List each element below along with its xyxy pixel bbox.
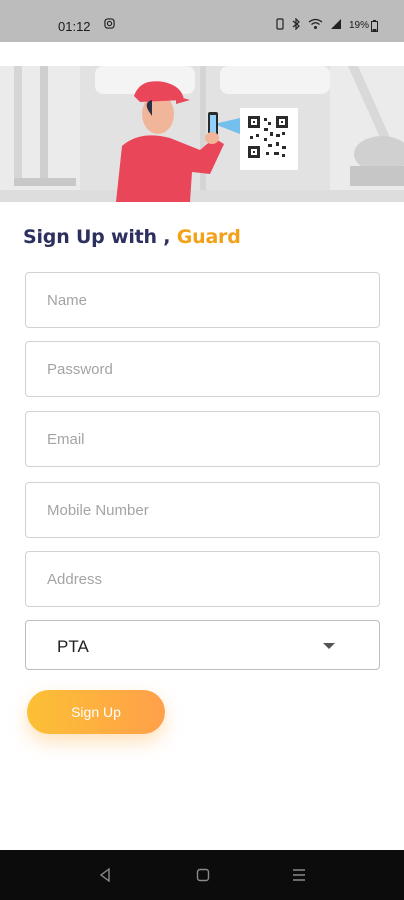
pta-dropdown[interactable]: PTA xyxy=(25,620,380,670)
status-time: 01:12 xyxy=(58,19,91,34)
status-icons: 19% xyxy=(275,17,378,33)
home-icon[interactable] xyxy=(192,864,214,886)
navigation-bar xyxy=(0,850,404,900)
name-input[interactable] xyxy=(26,273,379,327)
page-title: Sign Up with , Guard xyxy=(23,226,241,248)
sign-up-button[interactable]: Sign Up xyxy=(27,690,165,734)
hero-illustration xyxy=(0,66,404,202)
vibrate-icon xyxy=(275,18,285,33)
back-icon[interactable] xyxy=(94,864,116,886)
instagram-icon xyxy=(104,18,115,32)
mobile-field-wrapper xyxy=(25,482,380,538)
address-input[interactable] xyxy=(26,552,379,606)
password-field-wrapper xyxy=(25,341,380,397)
wifi-icon xyxy=(308,18,323,33)
battery-indicator: 19% xyxy=(348,19,378,32)
battery-text: 19% xyxy=(348,20,369,31)
password-input[interactable] xyxy=(26,342,379,396)
name-field-wrapper xyxy=(25,272,380,328)
bluetooth-icon xyxy=(292,17,301,33)
status-bar: 01:12 19% xyxy=(0,0,404,42)
recent-apps-icon[interactable] xyxy=(288,864,310,886)
chevron-down-icon xyxy=(323,643,335,649)
email-input[interactable] xyxy=(26,412,379,466)
signal-icon xyxy=(330,18,342,33)
battery-icon xyxy=(371,19,378,32)
dropdown-value: PTA xyxy=(57,637,89,656)
title-main: Sign Up with , xyxy=(23,226,177,248)
mobile-number-input[interactable] xyxy=(26,483,379,537)
email-field-wrapper xyxy=(25,411,380,467)
title-accent: Guard xyxy=(176,226,241,248)
address-field-wrapper xyxy=(25,551,380,607)
